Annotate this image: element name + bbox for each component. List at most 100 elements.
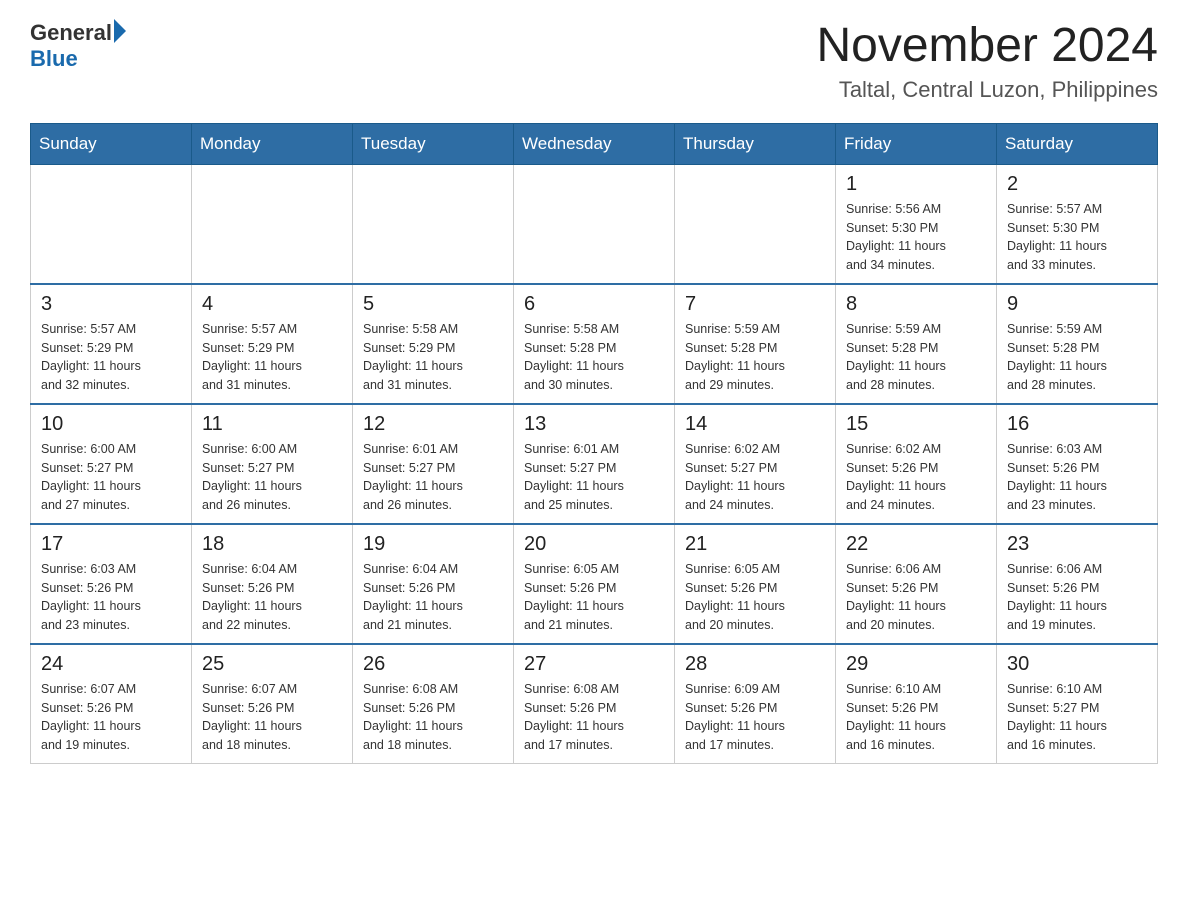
day-number: 10	[41, 413, 181, 436]
calendar-cell-4-3: 27 Sunrise: 6:08 AMSunset: 5:26 PMDayligh…	[514, 644, 675, 764]
main-title: November 2024	[816, 20, 1158, 73]
logo: General Blue	[30, 20, 126, 72]
day-number: 5	[363, 293, 503, 316]
calendar-cell-3-0: 17 Sunrise: 6:03 AMSunset: 5:26 PMDayligh…	[31, 524, 192, 644]
calendar-cell-1-3: 6 Sunrise: 5:58 AMSunset: 5:28 PMDaylight…	[514, 284, 675, 404]
calendar-cell-3-4: 21 Sunrise: 6:05 AMSunset: 5:26 PMDayligh…	[675, 524, 836, 644]
calendar-cell-2-1: 11Sunrise: 6:00 AMSunset: 5:27 PMDayligh…	[192, 404, 353, 524]
day-number: 8	[846, 293, 986, 316]
day-info: Sunrise: 5:57 AMSunset: 5:29 PMDaylight:…	[41, 320, 181, 395]
day-number: 25	[202, 653, 342, 676]
day-info: Sunrise: 6:02 AMSunset: 5:26 PMDaylight:…	[846, 440, 986, 515]
weekday-monday: Monday	[192, 123, 353, 164]
weekday-sunday: Sunday	[31, 123, 192, 164]
calendar-cell-4-4: 28 Sunrise: 6:09 AMSunset: 5:26 PMDayligh…	[675, 644, 836, 764]
calendar-cell-0-0	[31, 164, 192, 284]
day-info: Sunrise: 6:06 AMSunset: 5:26 PMDaylight:…	[846, 560, 986, 635]
calendar-cell-2-3: 13 Sunrise: 6:01 AMSunset: 5:27 PMDayligh…	[514, 404, 675, 524]
calendar-cell-2-4: 14Sunrise: 6:02 AMSunset: 5:27 PMDayligh…	[675, 404, 836, 524]
day-number: 29	[846, 653, 986, 676]
day-info: Sunrise: 6:01 AMSunset: 5:27 PMDaylight:…	[524, 440, 664, 515]
day-number: 20	[524, 533, 664, 556]
day-number: 16	[1007, 413, 1147, 436]
day-info: Sunrise: 5:59 AMSunset: 5:28 PMDaylight:…	[1007, 320, 1147, 395]
day-number: 6	[524, 293, 664, 316]
day-number: 17	[41, 533, 181, 556]
calendar-cell-3-6: 23Sunrise: 6:06 AMSunset: 5:26 PMDayligh…	[997, 524, 1158, 644]
calendar-cell-0-5: 1 Sunrise: 5:56 AMSunset: 5:30 PMDaylight…	[836, 164, 997, 284]
calendar-cell-1-4: 7 Sunrise: 5:59 AMSunset: 5:28 PMDaylight…	[675, 284, 836, 404]
day-number: 27	[524, 653, 664, 676]
calendar-cell-2-2: 12Sunrise: 6:01 AMSunset: 5:27 PMDayligh…	[353, 404, 514, 524]
calendar-cell-2-5: 15 Sunrise: 6:02 AMSunset: 5:26 PMDayligh…	[836, 404, 997, 524]
day-info: Sunrise: 5:58 AMSunset: 5:28 PMDaylight:…	[524, 320, 664, 395]
day-info: Sunrise: 5:59 AMSunset: 5:28 PMDaylight:…	[846, 320, 986, 395]
day-number: 11	[202, 413, 342, 436]
week-row-2: 3 Sunrise: 5:57 AMSunset: 5:29 PMDaylight…	[31, 284, 1158, 404]
calendar-cell-0-6: 2 Sunrise: 5:57 AMSunset: 5:30 PMDaylight…	[997, 164, 1158, 284]
day-number: 24	[41, 653, 181, 676]
day-number: 28	[685, 653, 825, 676]
day-number: 21	[685, 533, 825, 556]
day-info: Sunrise: 6:05 AMSunset: 5:26 PMDaylight:…	[685, 560, 825, 635]
day-number: 30	[1007, 653, 1147, 676]
calendar-cell-1-6: 9Sunrise: 5:59 AMSunset: 5:28 PMDaylight…	[997, 284, 1158, 404]
calendar-cell-4-5: 29 Sunrise: 6:10 AMSunset: 5:26 PMDayligh…	[836, 644, 997, 764]
weekday-header-row: SundayMondayTuesdayWednesdayThursdayFrid…	[31, 123, 1158, 164]
day-number: 7	[685, 293, 825, 316]
day-info: Sunrise: 6:09 AMSunset: 5:26 PMDaylight:…	[685, 680, 825, 755]
calendar-cell-0-4	[675, 164, 836, 284]
week-row-4: 17 Sunrise: 6:03 AMSunset: 5:26 PMDayligh…	[31, 524, 1158, 644]
day-number: 19	[363, 533, 503, 556]
calendar-cell-1-1: 4 Sunrise: 5:57 AMSunset: 5:29 PMDaylight…	[192, 284, 353, 404]
day-info: Sunrise: 6:10 AMSunset: 5:26 PMDaylight:…	[846, 680, 986, 755]
day-info: Sunrise: 6:04 AMSunset: 5:26 PMDaylight:…	[363, 560, 503, 635]
week-row-1: 1 Sunrise: 5:56 AMSunset: 5:30 PMDaylight…	[31, 164, 1158, 284]
calendar-cell-3-5: 22 Sunrise: 6:06 AMSunset: 5:26 PMDayligh…	[836, 524, 997, 644]
logo-general: General	[30, 20, 112, 46]
page-header: General Blue November 2024 Taltal, Centr…	[30, 20, 1158, 103]
calendar-table: SundayMondayTuesdayWednesdayThursdayFrid…	[30, 123, 1158, 764]
day-number: 3	[41, 293, 181, 316]
weekday-wednesday: Wednesday	[514, 123, 675, 164]
day-number: 2	[1007, 173, 1147, 196]
day-info: Sunrise: 6:08 AMSunset: 5:26 PMDaylight:…	[524, 680, 664, 755]
day-number: 22	[846, 533, 986, 556]
day-info: Sunrise: 6:04 AMSunset: 5:26 PMDaylight:…	[202, 560, 342, 635]
weekday-saturday: Saturday	[997, 123, 1158, 164]
calendar-cell-3-3: 20 Sunrise: 6:05 AMSunset: 5:26 PMDayligh…	[514, 524, 675, 644]
subtitle: Taltal, Central Luzon, Philippines	[816, 77, 1158, 103]
calendar-cell-3-1: 18 Sunrise: 6:04 AMSunset: 5:26 PMDayligh…	[192, 524, 353, 644]
day-number: 13	[524, 413, 664, 436]
day-number: 4	[202, 293, 342, 316]
day-info: Sunrise: 6:03 AMSunset: 5:26 PMDaylight:…	[41, 560, 181, 635]
day-info: Sunrise: 5:58 AMSunset: 5:29 PMDaylight:…	[363, 320, 503, 395]
logo-blue: Blue	[30, 46, 126, 72]
week-row-5: 24Sunrise: 6:07 AMSunset: 5:26 PMDayligh…	[31, 644, 1158, 764]
day-info: Sunrise: 5:57 AMSunset: 5:29 PMDaylight:…	[202, 320, 342, 395]
calendar-cell-1-5: 8 Sunrise: 5:59 AMSunset: 5:28 PMDaylight…	[836, 284, 997, 404]
calendar-cell-0-1	[192, 164, 353, 284]
weekday-thursday: Thursday	[675, 123, 836, 164]
weekday-tuesday: Tuesday	[353, 123, 514, 164]
day-number: 18	[202, 533, 342, 556]
day-info: Sunrise: 6:00 AMSunset: 5:27 PMDaylight:…	[41, 440, 181, 515]
day-info: Sunrise: 6:03 AMSunset: 5:26 PMDaylight:…	[1007, 440, 1147, 515]
calendar-cell-0-2	[353, 164, 514, 284]
day-info: Sunrise: 6:10 AMSunset: 5:27 PMDaylight:…	[1007, 680, 1147, 755]
calendar-cell-1-2: 5 Sunrise: 5:58 AMSunset: 5:29 PMDaylight…	[353, 284, 514, 404]
title-block: November 2024 Taltal, Central Luzon, Phi…	[816, 20, 1158, 103]
weekday-friday: Friday	[836, 123, 997, 164]
day-number: 23	[1007, 533, 1147, 556]
day-info: Sunrise: 5:59 AMSunset: 5:28 PMDaylight:…	[685, 320, 825, 395]
calendar-cell-4-0: 24Sunrise: 6:07 AMSunset: 5:26 PMDayligh…	[31, 644, 192, 764]
day-number: 1	[846, 173, 986, 196]
day-info: Sunrise: 6:02 AMSunset: 5:27 PMDaylight:…	[685, 440, 825, 515]
calendar-cell-1-0: 3 Sunrise: 5:57 AMSunset: 5:29 PMDaylight…	[31, 284, 192, 404]
day-info: Sunrise: 5:57 AMSunset: 5:30 PMDaylight:…	[1007, 200, 1147, 275]
day-number: 15	[846, 413, 986, 436]
calendar-cell-2-6: 16 Sunrise: 6:03 AMSunset: 5:26 PMDayligh…	[997, 404, 1158, 524]
day-info: Sunrise: 6:05 AMSunset: 5:26 PMDaylight:…	[524, 560, 664, 635]
week-row-3: 10 Sunrise: 6:00 AMSunset: 5:27 PMDayligh…	[31, 404, 1158, 524]
day-info: Sunrise: 5:56 AMSunset: 5:30 PMDaylight:…	[846, 200, 986, 275]
